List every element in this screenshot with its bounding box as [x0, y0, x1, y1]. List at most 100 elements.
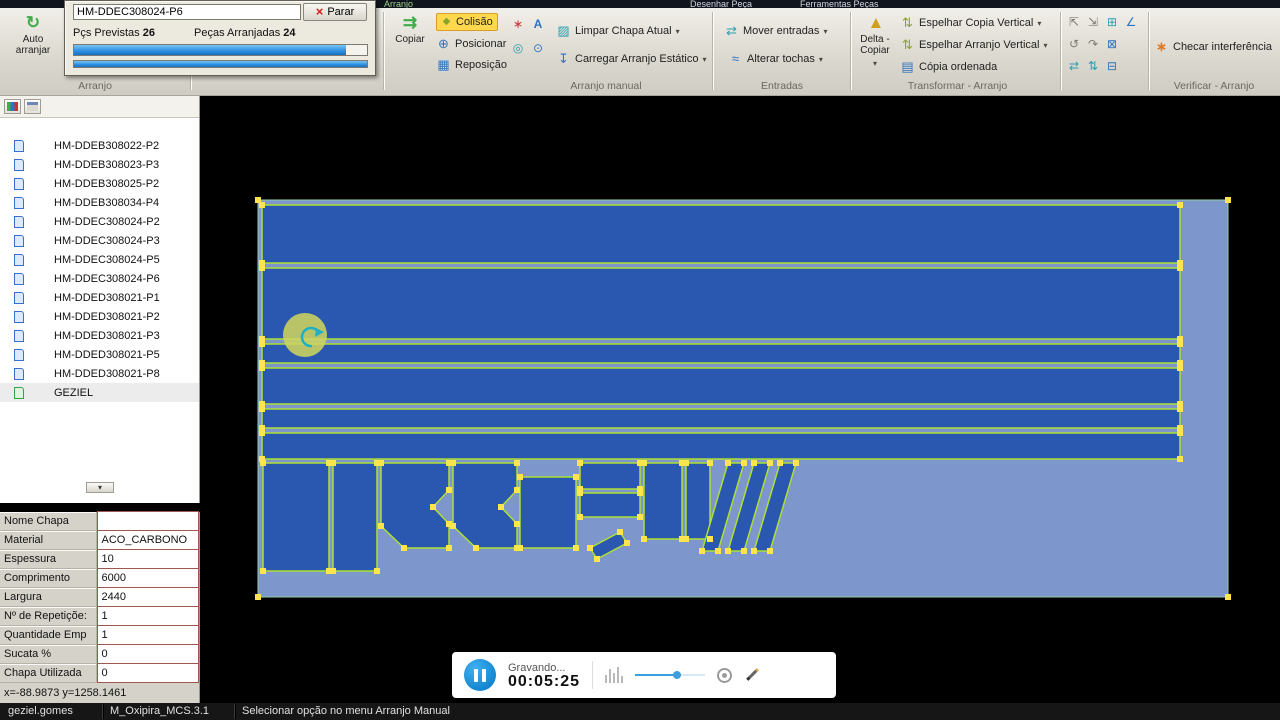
corner-marker[interactable]: [514, 521, 520, 527]
property-value[interactable]: 1: [96, 625, 199, 645]
corner-marker[interactable]: [450, 460, 456, 466]
nesting-canvas[interactable]: [200, 96, 1280, 703]
corner-marker[interactable]: [577, 514, 583, 520]
corner-marker[interactable]: [751, 548, 757, 554]
part-shape[interactable]: [261, 367, 1181, 405]
reposicao-button[interactable]: ▦ Reposição: [436, 56, 507, 74]
tab-parts-list[interactable]: [4, 99, 21, 114]
tab-sheets[interactable]: [24, 99, 41, 114]
corner-marker[interactable]: [259, 341, 265, 347]
corner-marker[interactable]: [259, 202, 265, 208]
corner-marker[interactable]: [707, 536, 713, 542]
part-shape[interactable]: [643, 462, 683, 540]
corner-marker[interactable]: [260, 568, 266, 574]
corner-marker[interactable]: [473, 545, 479, 551]
corner-marker[interactable]: [450, 523, 456, 529]
move-top-icon[interactable]: ⇱: [1066, 14, 1082, 30]
espelhar-arranjo-button[interactable]: ⇅ Espelhar Arranjo Vertical ▾: [900, 36, 1047, 54]
corner-marker[interactable]: [1225, 594, 1231, 600]
current-part-field[interactable]: [73, 4, 301, 20]
panel-collapse-button[interactable]: ▾: [86, 482, 114, 493]
copiar-button[interactable]: ⇉ Copiar: [387, 14, 433, 46]
corner-marker[interactable]: [641, 536, 647, 542]
part-list-item[interactable]: HM-DDEB308025-P2: [0, 174, 199, 193]
corner-marker[interactable]: [446, 487, 452, 493]
part-shape[interactable]: [261, 408, 1181, 429]
corner-marker[interactable]: [1225, 197, 1231, 203]
part-list-item[interactable]: HM-DDEC308024-P6: [0, 269, 199, 288]
corner-marker[interactable]: [1177, 341, 1183, 347]
corner-marker[interactable]: [725, 460, 731, 466]
delete-box-icon[interactable]: ⊠: [1104, 36, 1120, 52]
part-list-item[interactable]: HM-DDED308021-P3: [0, 326, 199, 345]
corner-marker[interactable]: [259, 430, 265, 436]
move-bottom-icon[interactable]: ⇲: [1085, 14, 1101, 30]
corner-marker[interactable]: [1177, 365, 1183, 371]
part-list-item[interactable]: HM-DDEB308034-P4: [0, 193, 199, 212]
corner-marker[interactable]: [683, 536, 689, 542]
corner-marker[interactable]: [573, 474, 579, 480]
part-shape[interactable]: [261, 267, 1181, 340]
angle-icon[interactable]: ∠: [1123, 14, 1139, 30]
corner-marker[interactable]: [725, 548, 731, 554]
carregar-estatico-button[interactable]: ↧ Carregar Arranjo Estático ▾: [556, 50, 706, 68]
delta-copiar-button[interactable]: ▲ Delta - Copiar ▾: [853, 14, 897, 69]
parar-button[interactable]: × Parar: [303, 3, 367, 21]
corner-marker[interactable]: [401, 545, 407, 551]
corner-marker[interactable]: [751, 460, 757, 466]
corner-marker[interactable]: [707, 460, 713, 466]
corner-marker[interactable]: [330, 568, 336, 574]
property-value[interactable]: 6000: [96, 568, 199, 588]
corner-marker[interactable]: [255, 594, 261, 600]
corner-marker[interactable]: [430, 504, 436, 510]
corner-marker[interactable]: [641, 460, 647, 466]
corner-marker[interactable]: [637, 514, 643, 520]
auto-arranjar-button[interactable]: ↻ Auto arranjar: [6, 14, 60, 57]
colisao-toggle[interactable]: ◆ Colisão: [436, 13, 498, 31]
part-shape[interactable]: [579, 492, 641, 518]
part-list-item[interactable]: HM-DDEB308022-P2: [0, 136, 199, 155]
corner-marker[interactable]: [259, 265, 265, 271]
copia-ordenada-button[interactable]: ▤ Cópia ordenada: [900, 58, 997, 76]
corner-marker[interactable]: [699, 548, 705, 554]
part-shape[interactable]: [261, 204, 1181, 264]
property-value[interactable]: [96, 511, 199, 531]
corner-marker[interactable]: [514, 460, 520, 466]
rotate-cw-icon[interactable]: ↷: [1085, 36, 1101, 52]
part-list-item[interactable]: GEZIEL: [0, 383, 199, 402]
part-list-item[interactable]: HM-DDED308021-P5: [0, 345, 199, 364]
slider-knob[interactable]: [673, 671, 682, 679]
mover-entradas-button[interactable]: ⇄ Mover entradas ▾: [724, 22, 827, 40]
recorder-volume-slider[interactable]: [635, 669, 706, 681]
property-value[interactable]: ACO_CARBONO: [96, 530, 199, 550]
corner-marker[interactable]: [259, 365, 265, 371]
property-value[interactable]: 2440: [96, 587, 199, 607]
corner-marker[interactable]: [378, 460, 384, 466]
part-shape[interactable]: [685, 462, 711, 540]
part-shape[interactable]: [261, 432, 1181, 460]
pause-recording-button[interactable]: [464, 659, 496, 691]
swap-h-icon[interactable]: ⇄: [1066, 58, 1082, 74]
annotate-pencil-icon[interactable]: [744, 666, 762, 684]
corner-marker[interactable]: [587, 545, 593, 551]
corner-marker[interactable]: [683, 460, 689, 466]
checar-interferencia-button[interactable]: ∗ Checar interferência: [1154, 38, 1272, 56]
part-list-item[interactable]: HM-DDED308021-P2: [0, 307, 199, 326]
part-shape[interactable]: [261, 343, 1181, 364]
corner-marker[interactable]: [446, 545, 452, 551]
corner-marker[interactable]: [767, 548, 773, 554]
corner-marker[interactable]: [374, 568, 380, 574]
menu-item-arranjo[interactable]: Arranjo: [384, 0, 413, 8]
part-list-item[interactable]: HM-DDED308021-P1: [0, 288, 199, 307]
property-value[interactable]: 10: [96, 549, 199, 569]
part-list-item[interactable]: HM-DDEC308024-P2: [0, 212, 199, 231]
corner-marker[interactable]: [1177, 430, 1183, 436]
label-tool-icon[interactable]: A: [530, 16, 546, 32]
property-value[interactable]: 0: [96, 644, 199, 664]
corner-marker[interactable]: [514, 545, 520, 551]
corner-marker[interactable]: [741, 548, 747, 554]
part-shape[interactable]: [332, 462, 378, 572]
property-value[interactable]: 1: [96, 606, 199, 626]
corner-marker[interactable]: [637, 490, 643, 496]
corner-marker[interactable]: [617, 529, 623, 535]
